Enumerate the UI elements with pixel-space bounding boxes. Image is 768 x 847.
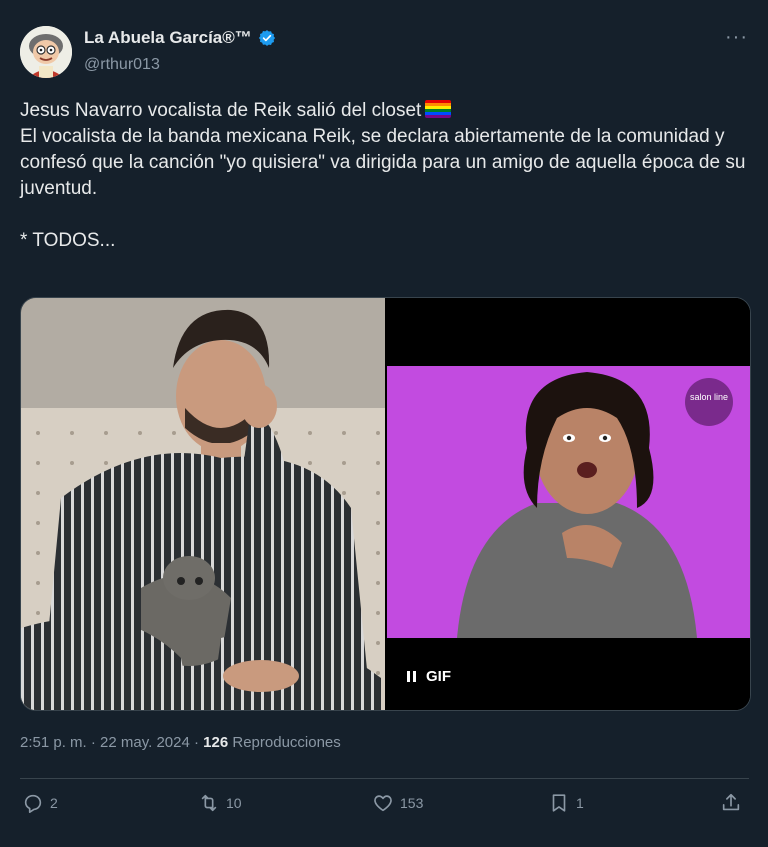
- tweet-line-1: Jesus Navarro vocalista de Reik salió de…: [20, 100, 422, 121]
- retweet-icon: [201, 794, 217, 812]
- pause-icon[interactable]: [407, 671, 416, 682]
- tweet-date[interactable]: 22 may. 2024: [100, 734, 190, 751]
- man-with-dog-photo[interactable]: [21, 298, 385, 710]
- rainbow-flag-icon: [425, 100, 452, 118]
- avatar[interactable]: [20, 26, 72, 78]
- reply-icon: [24, 794, 42, 813]
- verified-badge-icon: [258, 30, 275, 46]
- author-display-name[interactable]: La Abuela García®™: [84, 28, 252, 48]
- man-with-dog-illustration: [21, 298, 385, 710]
- like-count: 153: [400, 795, 424, 811]
- avatar-cartoon-icon: [20, 26, 72, 78]
- retweet-button[interactable]: 10: [198, 792, 242, 814]
- gif-label: GIF: [426, 668, 451, 685]
- reply-count: 2: [50, 795, 58, 811]
- media-grid: salon line GIF: [20, 297, 751, 711]
- meta-separator: ·: [86, 734, 101, 751]
- divider: [20, 778, 749, 779]
- retweet-count: 10: [226, 795, 242, 811]
- views-label: Reproducciones: [232, 734, 341, 751]
- tweet-text: Jesus Navarro vocalista de Reik salió de…: [20, 98, 748, 254]
- gif-badge[interactable]: GIF: [407, 668, 451, 685]
- heart-icon: [374, 795, 392, 812]
- action-bar: 2 10 153 1: [20, 792, 749, 824]
- tweet-meta: 2:51 p. m. · 22 may. 2024 · 126 Reproduc…: [20, 734, 341, 751]
- reply-button[interactable]: 2: [22, 792, 58, 814]
- tweet: La Abuela García®™ @rthur013 ··· Jesus N…: [0, 0, 768, 847]
- surprised-woman-illustration: salon line: [387, 298, 750, 710]
- meta-separator-2: ·: [189, 734, 204, 751]
- more-options-icon[interactable]: ···: [725, 26, 748, 49]
- like-button[interactable]: 153: [372, 792, 423, 814]
- share-icon: [722, 793, 740, 811]
- author-name-row[interactable]: La Abuela García®™: [84, 28, 276, 48]
- surprised-woman-gif[interactable]: salon line GIF: [387, 298, 750, 710]
- views-count: 126: [203, 734, 229, 751]
- author-handle[interactable]: @rthur013: [84, 56, 160, 74]
- salon-line-logo-text: salon line: [690, 392, 728, 402]
- bookmark-count: 1: [576, 795, 584, 811]
- bookmark-button[interactable]: 1: [548, 792, 584, 814]
- share-button[interactable]: [720, 792, 742, 814]
- bookmark-icon: [552, 794, 566, 812]
- tweet-line-3: * TODOS...: [20, 230, 116, 251]
- tweet-line-2: El vocalista de la banda mexicana Reik, …: [20, 126, 746, 199]
- tweet-time[interactable]: 2:51 p. m.: [20, 734, 87, 751]
